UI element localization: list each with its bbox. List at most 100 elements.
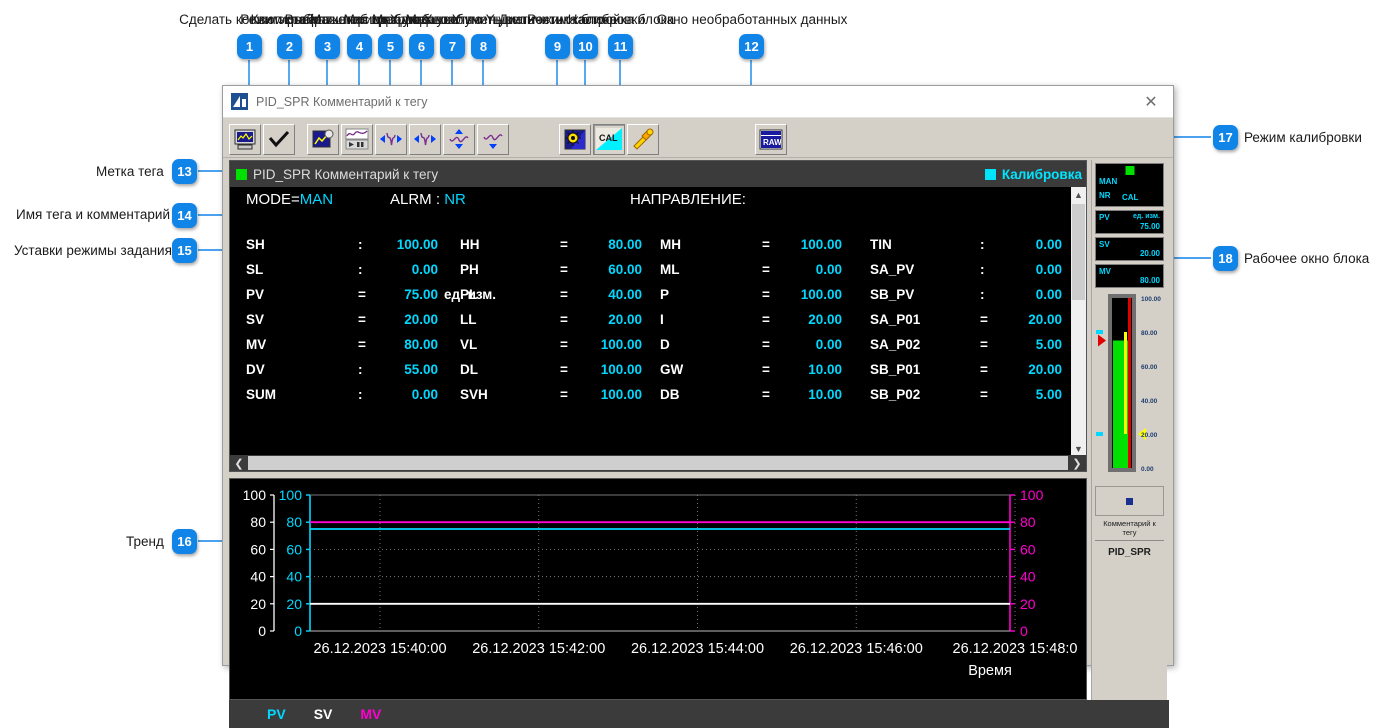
trend-chart[interactable]: 0 0 0 20 20 20 40 40 40 60 60 60 80 80 80 100 100 100 26.1… <box>229 478 1087 700</box>
setpoint-value[interactable]: 10.00 <box>790 362 842 377</box>
scroll-h-thumb[interactable] <box>248 456 1068 470</box>
setpoint-value[interactable]: 40.00 <box>590 287 642 302</box>
trend-period-button[interactable] <box>341 123 373 155</box>
annotation-badge-9: 9 <box>545 34 570 59</box>
legend-item-pv[interactable]: PV <box>267 706 286 722</box>
close-icon[interactable]: ✕ <box>1129 86 1173 117</box>
face-horizontal-scrollbar[interactable]: ❮ ❯ <box>230 455 1086 471</box>
toolbar: CAL RAW <box>223 118 1173 158</box>
annotation-label: Рабочее окно блока <box>1244 251 1370 266</box>
setpoint-value[interactable]: 100.00 <box>590 387 642 402</box>
setpoint-label: SB_P02 <box>870 387 921 402</box>
xtick-label: 26.12.2023 15:42:00 <box>472 641 605 657</box>
diagnostics-button[interactable] <box>559 123 591 155</box>
setpoint-value[interactable]: 0.00 <box>386 387 438 402</box>
x-zoom-in-button[interactable] <box>409 123 441 155</box>
bargraph-svg: 100.00 80.00 60.00 40.00 20.00 0.00 <box>1096 294 1161 473</box>
legend-item-sv[interactable]: SV <box>314 706 333 722</box>
x-zoom-out-button[interactable] <box>375 123 407 155</box>
setpoint-value[interactable]: 0.00 <box>790 262 842 277</box>
annotation-badge-4: 4 <box>347 34 372 59</box>
scroll-thumb[interactable] <box>1072 204 1085 300</box>
y-zoom-in-button[interactable] <box>443 123 475 155</box>
calibration-indicator: Калибровка <box>984 167 1082 182</box>
setpoint-value[interactable]: 0.00 <box>1010 287 1062 302</box>
calibration-button[interactable]: CAL <box>593 123 625 155</box>
face-header: PID_SPR Комментарий к тегу Калибровка <box>230 161 1086 187</box>
setpoint-value[interactable]: 60.00 <box>590 262 642 277</box>
setpoint-operator: = <box>762 337 770 352</box>
svg-text:CAL: CAL <box>599 133 618 143</box>
y-zoom-out-button[interactable] <box>477 123 509 155</box>
direction-key: НАПРАВЛЕНИЕ: <box>630 191 746 208</box>
setpoint-value[interactable]: 10.00 <box>790 387 842 402</box>
faceplate-alarm: NR <box>1099 191 1111 200</box>
mode-line: MODE=MAN ALRM : NR НАПРАВЛЕНИЕ: <box>230 187 1086 215</box>
arrows-vertical-out-icon <box>483 134 503 149</box>
scroll-left-icon[interactable]: ❮ <box>230 457 248 470</box>
alarm-value: NR <box>444 191 466 208</box>
setpoint-value[interactable]: 100.00 <box>386 237 438 252</box>
setpoint-value[interactable]: 20.00 <box>1010 362 1062 377</box>
bargraph-tick-label: 40.00 <box>1141 398 1158 405</box>
setpoint-value[interactable]: 20.00 <box>1010 312 1062 327</box>
annotation-badge-13: 13 <box>172 159 197 184</box>
annotation-badge-7: 7 <box>440 34 465 59</box>
setpoint-value[interactable]: 0.00 <box>386 262 438 277</box>
annotation-badge-2: 2 <box>277 34 302 59</box>
trend-mode-button[interactable] <box>307 123 339 155</box>
setpoint-label: I <box>660 312 664 327</box>
setpoint-value[interactable]: 100.00 <box>590 362 642 377</box>
trend-picture-icon <box>312 129 334 147</box>
legend-item-mv[interactable]: MV <box>360 706 381 722</box>
annotation-badge-11: 11 <box>608 34 633 59</box>
setpoint-label: DB <box>660 387 680 402</box>
setpoint-value[interactable]: 75.00 <box>386 287 438 302</box>
face-vertical-scrollbar[interactable]: ▲ ▼ <box>1071 187 1086 456</box>
screenshot-button[interactable] <box>229 123 261 155</box>
faceplate-tag-button[interactable] <box>1095 486 1164 516</box>
ytick-label-mv: 20 <box>1020 596 1036 612</box>
scroll-down-icon[interactable]: ▼ <box>1071 441 1086 456</box>
ytick-label-sv: 60 <box>286 541 302 557</box>
setpoint-label: TIN <box>870 237 892 252</box>
setpoint-value[interactable]: 5.00 <box>1010 337 1062 352</box>
setpoint-value[interactable]: 100.00 <box>790 237 842 252</box>
ytick-label-mv: 40 <box>1020 569 1036 585</box>
setpoint-value[interactable]: 80.00 <box>590 237 642 252</box>
setpoint-value[interactable]: 20.00 <box>386 312 438 327</box>
setpoint-operator: : <box>980 287 985 302</box>
ytick-label-sv: 100 <box>279 487 303 503</box>
setpoint-value[interactable]: 20.00 <box>790 312 842 327</box>
setpoint-label: PV <box>246 287 265 302</box>
setpoint-value[interactable]: 100.00 <box>590 337 642 352</box>
ytick-label-sv: 0 <box>294 623 302 639</box>
bargraph-alarm-flag <box>1096 330 1103 334</box>
setpoint-value[interactable]: 0.00 <box>1010 262 1062 277</box>
svg-text:RAW: RAW <box>763 138 782 147</box>
annotation-badge-3: 3 <box>315 34 340 59</box>
ytick-label-mv: 80 <box>1020 514 1036 530</box>
setpoint-value[interactable]: 5.00 <box>1010 387 1062 402</box>
block-settings-button[interactable] <box>627 123 659 155</box>
setpoint-operator: = <box>358 287 366 302</box>
faceplate-row-sv: SV 20.00 <box>1095 237 1164 261</box>
annotation-badge-8: 8 <box>471 34 496 59</box>
setpoint-value[interactable]: 100.00 <box>790 287 842 302</box>
setpoint-value[interactable]: 80.00 <box>386 337 438 352</box>
bargraph-mv-scale <box>1128 298 1131 468</box>
setpoint-value[interactable]: 55.00 <box>386 362 438 377</box>
faceplate-mv-value: 80.00 <box>1139 276 1160 285</box>
setpoint-operator: = <box>980 312 988 327</box>
scroll-right-icon[interactable]: ❯ <box>1068 457 1086 470</box>
setpoint-value[interactable]: 0.00 <box>1010 237 1062 252</box>
faceplate-pv-key: PV <box>1099 213 1110 222</box>
raw-data-button[interactable]: RAW <box>755 123 787 155</box>
setpoint-operator: = <box>762 237 770 252</box>
setpoint-label: PH <box>460 262 479 277</box>
faceplate-sv-value: 20.00 <box>1139 249 1160 258</box>
setpoint-value[interactable]: 20.00 <box>590 312 642 327</box>
acknowledge-button[interactable] <box>263 123 295 155</box>
setpoint-value[interactable]: 0.00 <box>790 337 842 352</box>
scroll-up-icon[interactable]: ▲ <box>1071 187 1086 202</box>
